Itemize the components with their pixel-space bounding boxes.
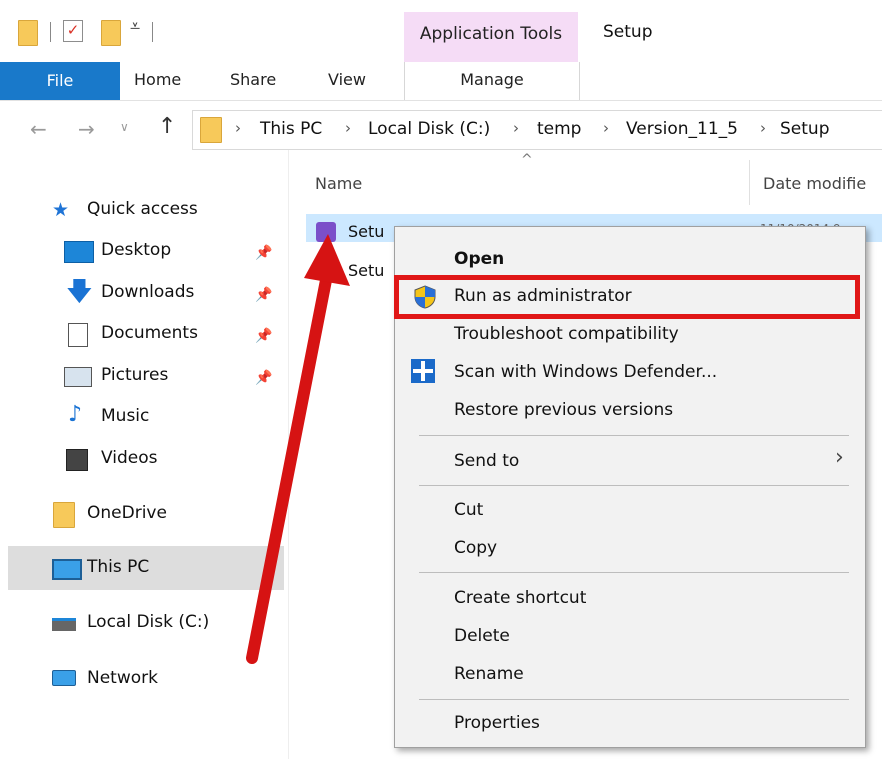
- new-folder-icon[interactable]: [101, 20, 121, 46]
- this-pc-monitor-icon: [52, 559, 82, 580]
- column-header-date-modified[interactable]: Date modifie: [763, 174, 866, 193]
- windows-defender-icon: [411, 359, 435, 383]
- chevron-right-icon[interactable]: ›: [513, 119, 519, 137]
- toolbar-separator: [50, 22, 51, 42]
- sidebar-item-desktop[interactable]: Desktop: [101, 240, 171, 260]
- documents-icon: [68, 323, 88, 347]
- breadcrumb-local-disk[interactable]: Local Disk (C:): [368, 119, 490, 139]
- forward-arrow-icon[interactable]: →: [78, 117, 95, 141]
- up-arrow-icon[interactable]: ↑: [158, 114, 176, 139]
- recent-locations-chevron-icon[interactable]: ∨: [120, 120, 129, 134]
- sidebar-item-this-pc[interactable]: This PC: [87, 557, 149, 577]
- submenu-chevron-right-icon: ›: [835, 445, 844, 470]
- toolbar-separator: [152, 22, 153, 42]
- menu-separator: [419, 435, 849, 436]
- address-folder-icon: [200, 117, 222, 143]
- tab-view[interactable]: View: [328, 70, 366, 89]
- sidebar-item-music[interactable]: Music: [101, 406, 149, 426]
- network-icon: [52, 670, 76, 686]
- application-tools-label: Application Tools: [419, 24, 563, 44]
- tab-file[interactable]: File: [0, 62, 120, 100]
- ribbon-divider: [0, 100, 882, 101]
- sort-ascending-icon: ^: [521, 152, 533, 168]
- chevron-right-icon[interactable]: ›: [235, 119, 241, 137]
- tab-share[interactable]: Share: [230, 70, 276, 89]
- sidebar-item-network[interactable]: Network: [87, 668, 158, 688]
- menu-item-restore-previous-versions[interactable]: Restore previous versions: [454, 400, 673, 420]
- back-arrow-icon[interactable]: ←: [30, 117, 47, 141]
- customize-toolbar-icon[interactable]: ⩡: [130, 16, 140, 37]
- sidebar-item-quick-access[interactable]: Quick access: [87, 199, 198, 219]
- folder-icon: [18, 20, 38, 46]
- highlight-box: [394, 275, 860, 319]
- desktop-icon: [64, 241, 94, 263]
- file-setup-exe[interactable]: Setu: [348, 222, 384, 241]
- menu-item-troubleshoot-compatibility[interactable]: Troubleshoot compatibility: [454, 324, 679, 344]
- application-tools-context-tab: Application Tools: [404, 12, 578, 62]
- annotation-arrow-icon: [246, 234, 350, 664]
- menu-item-copy[interactable]: Copy: [454, 538, 497, 558]
- breadcrumb-setup[interactable]: Setup: [780, 119, 829, 139]
- menu-item-create-shortcut[interactable]: Create shortcut: [454, 588, 586, 608]
- sidebar-item-pictures[interactable]: Pictures: [101, 365, 168, 385]
- star-icon: ★: [52, 199, 70, 221]
- chevron-right-icon[interactable]: ›: [760, 119, 766, 137]
- column-divider[interactable]: [749, 160, 750, 205]
- menu-item-properties[interactable]: Properties: [454, 713, 540, 733]
- breadcrumb-this-pc[interactable]: This PC: [260, 119, 322, 139]
- local-disk-drive-icon: [52, 618, 76, 631]
- sidebar-item-videos[interactable]: Videos: [101, 448, 158, 468]
- file-setup-second[interactable]: Setu: [348, 261, 384, 280]
- menu-item-cut[interactable]: Cut: [454, 500, 483, 520]
- sidebar-item-documents[interactable]: Documents: [101, 323, 198, 343]
- tab-manage-label: Manage: [460, 70, 524, 89]
- breadcrumb-version[interactable]: Version_11_5: [626, 119, 738, 139]
- tab-manage[interactable]: Manage: [404, 62, 580, 100]
- menu-item-delete[interactable]: Delete: [454, 626, 510, 646]
- music-note-icon: ♪: [68, 402, 83, 427]
- menu-separator: [419, 572, 849, 573]
- chevron-right-icon[interactable]: ›: [603, 119, 609, 137]
- properties-check-icon[interactable]: ✓: [63, 20, 83, 42]
- pictures-icon: [64, 367, 92, 387]
- menu-item-send-to[interactable]: Send to: [454, 451, 519, 471]
- column-header-name[interactable]: Name: [315, 174, 362, 193]
- window-title: Setup: [603, 22, 653, 42]
- breadcrumb-temp[interactable]: temp: [537, 119, 581, 139]
- menu-item-scan-windows-defender[interactable]: Scan with Windows Defender...: [454, 362, 717, 382]
- menu-item-open[interactable]: Open: [454, 249, 504, 269]
- sidebar-item-local-disk[interactable]: Local Disk (C:): [87, 612, 209, 632]
- tab-home[interactable]: Home: [134, 70, 181, 89]
- sidebar-item-onedrive[interactable]: OneDrive: [87, 503, 167, 523]
- videos-film-icon: [66, 449, 88, 471]
- onedrive-folder-icon: [53, 502, 75, 528]
- downloads-arrow-icon: 🡇: [66, 277, 93, 307]
- menu-separator: [419, 485, 849, 486]
- menu-separator: [419, 699, 849, 700]
- chevron-right-icon[interactable]: ›: [345, 119, 351, 137]
- menu-item-rename[interactable]: Rename: [454, 664, 524, 684]
- sidebar-item-downloads[interactable]: Downloads: [101, 282, 194, 302]
